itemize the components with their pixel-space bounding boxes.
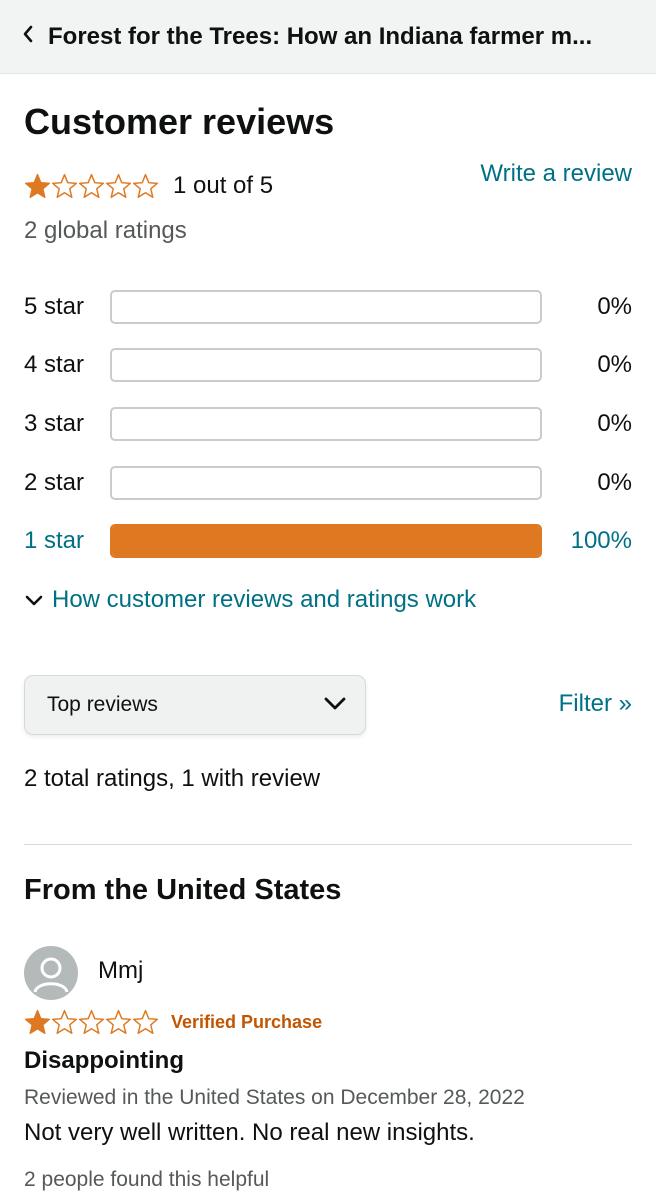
review-title[interactable]: Disappointing [24, 1047, 184, 1075]
total-ratings-text: 2 total ratings, 1 with review [24, 765, 321, 792]
histogram-label: 1 star [24, 527, 85, 554]
star-empty-icon [132, 1009, 159, 1035]
histogram-label: 3 star [24, 410, 85, 437]
how-reviews-work-label: How customer reviews and ratings work [52, 586, 477, 613]
customer-reviews-heading: Customer reviews [24, 101, 335, 142]
review-date: Reviewed in the United States on Decembe… [24, 1086, 525, 1109]
sort-selected-value: Top reviews [47, 693, 158, 716]
histogram-percent: 0% [597, 293, 632, 320]
star-empty-icon [132, 173, 159, 198]
top-bar: Forest for the Trees: How an Indiana far… [0, 0, 656, 74]
histogram-row-1-star[interactable]: 1 star 100% [24, 523, 632, 559]
star-filled-icon [24, 1009, 51, 1035]
star-empty-icon [51, 173, 78, 198]
review-rating-stars[interactable] [24, 1009, 159, 1036]
reviewer-name: Mmj [98, 957, 144, 984]
average-rating-stars [24, 173, 159, 200]
review-author-row[interactable]: Mmj [24, 946, 143, 1000]
divider [24, 844, 632, 845]
histogram-row-3-star[interactable]: 3 star 0% [24, 406, 632, 442]
how-reviews-work-link[interactable]: How customer reviews and ratings work [24, 586, 476, 614]
histogram-percent: 100% [570, 527, 632, 554]
user-avatar-icon [33, 957, 69, 993]
filter-link[interactable]: Filter » [559, 690, 632, 718]
global-ratings-count: 2 global ratings [24, 217, 187, 244]
star-empty-icon [78, 173, 105, 198]
star-filled-icon [24, 173, 51, 198]
write-review-link[interactable]: Write a review [480, 160, 632, 188]
histogram-fill [112, 526, 540, 556]
histogram-row-4-star[interactable]: 4 star 0% [24, 347, 632, 383]
product-title: Forest for the Trees: How an Indiana far… [48, 22, 593, 50]
star-empty-icon [51, 1009, 78, 1035]
histogram-bar [110, 407, 542, 441]
histogram-bar [110, 466, 542, 500]
verified-purchase-badge: Verified Purchase [171, 1012, 323, 1032]
histogram-label: 2 star [24, 469, 85, 496]
rating-text: 1 out of 5 [173, 172, 274, 199]
sort-dropdown[interactable]: Top reviews [24, 675, 366, 735]
histogram-bar [110, 524, 542, 558]
star-empty-icon [105, 1009, 132, 1035]
region-heading: From the United States [24, 874, 342, 906]
histogram-percent: 0% [597, 351, 632, 378]
histogram-percent: 0% [597, 410, 632, 437]
avatar [24, 946, 78, 1000]
histogram-label: 4 star [24, 351, 85, 378]
histogram-bar [110, 348, 542, 382]
star-empty-icon [105, 173, 132, 198]
review-body: Not very well written. No real new insig… [24, 1119, 475, 1146]
histogram-label: 5 star [24, 293, 85, 320]
histogram-bar [110, 290, 542, 324]
star-empty-icon [78, 1009, 105, 1035]
back-button[interactable]: Forest for the Trees: How an Indiana far… [0, 0, 640, 73]
chevron-down-icon [24, 586, 52, 614]
histogram-row-2-star[interactable]: 2 star 0% [24, 465, 632, 501]
helpful-count: 2 people found this helpful [24, 1168, 270, 1191]
review-rating-row: Verified Purchase [24, 1009, 322, 1036]
histogram-row-5-star[interactable]: 5 star 0% [24, 289, 632, 325]
chevron-left-icon [22, 25, 34, 48]
chevron-down-icon [323, 693, 347, 717]
histogram-percent: 0% [597, 469, 632, 496]
